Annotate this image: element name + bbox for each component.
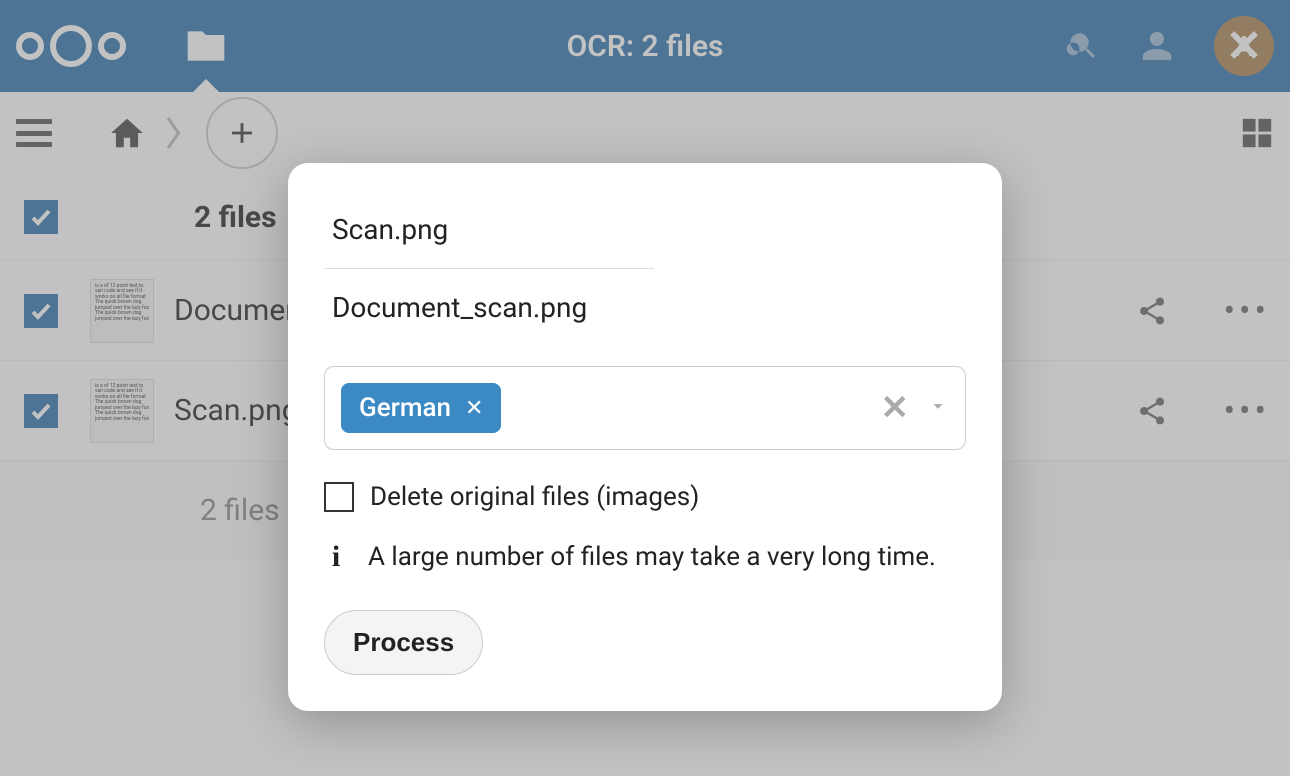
delete-originals-row: Delete original files (images)	[324, 482, 966, 512]
language-tag: German ✕	[341, 383, 501, 433]
info-text: A large number of files may take a very …	[368, 542, 936, 572]
process-button[interactable]: Process	[324, 610, 483, 675]
delete-originals-label: Delete original files (images)	[370, 482, 699, 512]
remove-tag-icon[interactable]: ✕	[465, 396, 483, 421]
language-select[interactable]: German ✕ ✕	[324, 366, 966, 450]
language-tag-label: German	[359, 393, 451, 423]
modal-file-item: Scan.png	[324, 199, 966, 260]
chevron-down-icon[interactable]	[927, 395, 949, 421]
info-icon: i	[324, 540, 348, 574]
divider	[324, 268, 654, 269]
delete-originals-checkbox[interactable]	[324, 482, 354, 512]
modal-file-item: Document_scan.png	[324, 277, 966, 338]
info-row: i A large number of files may take a ver…	[324, 540, 966, 574]
ocr-modal: Scan.png Document_scan.png German ✕ ✕ De…	[288, 163, 1002, 711]
clear-select-icon[interactable]: ✕	[881, 388, 910, 428]
